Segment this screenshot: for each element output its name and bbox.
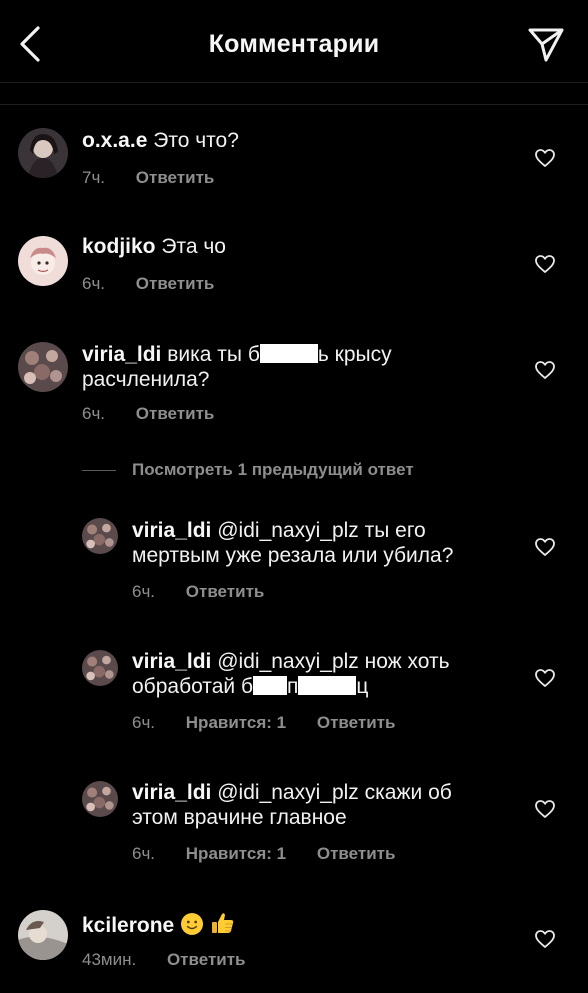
reply-time: 6ч. bbox=[132, 713, 156, 732]
redaction-box bbox=[298, 676, 357, 695]
like-button[interactable] bbox=[534, 148, 556, 168]
reply-text: обработай б bbox=[132, 675, 253, 698]
comment-time: 6ч. bbox=[82, 404, 106, 423]
reply-button[interactable]: Ответить bbox=[186, 582, 265, 602]
comment-username[interactable]: o.x.a.e bbox=[82, 129, 147, 152]
reply-button[interactable]: Ответить bbox=[167, 950, 246, 970]
page-title: Комментарии bbox=[208, 30, 380, 58]
comment-username[interactable]: kodjiko bbox=[82, 235, 156, 258]
comment-text: ь крысу bbox=[317, 343, 392, 366]
comment-time: 7ч. bbox=[82, 168, 106, 187]
reply-button[interactable]: Ответить bbox=[136, 404, 215, 424]
heart-icon bbox=[535, 930, 555, 948]
comment-text: Эта чо bbox=[161, 235, 226, 258]
comment-time: 6ч. bbox=[82, 274, 106, 293]
reply-text: @idi_naxyi_plz скажи об bbox=[217, 781, 452, 804]
avatar[interactable] bbox=[18, 910, 68, 960]
like-button[interactable] bbox=[534, 537, 556, 557]
reply-text: @idi_naxyi_plz ты его bbox=[217, 519, 426, 542]
comment-text: Это что? bbox=[153, 129, 239, 152]
view-previous-replies-label: Посмотреть 1 предыдущий ответ bbox=[132, 460, 414, 479]
avatar[interactable] bbox=[18, 128, 68, 178]
avatar[interactable] bbox=[18, 236, 68, 286]
caption-divider bbox=[0, 104, 588, 105]
view-previous-replies-button[interactable]: Посмотреть 1 предыдущий ответ bbox=[82, 460, 414, 480]
reply-time: 6ч. bbox=[132, 582, 156, 601]
heart-icon bbox=[535, 800, 555, 818]
heart-icon bbox=[535, 538, 555, 556]
comment-text: вика ты б bbox=[167, 343, 260, 366]
heart-icon bbox=[535, 255, 555, 273]
reply-text: @idi_naxyi_plz нож хоть bbox=[217, 650, 450, 673]
heart-icon bbox=[535, 669, 555, 687]
slightly-smiling-face-emoji-icon bbox=[180, 912, 204, 942]
avatar[interactable] bbox=[82, 650, 118, 686]
share-button[interactable] bbox=[526, 24, 566, 64]
reply-text: п bbox=[286, 675, 299, 698]
reply-username[interactable]: viria_ldi bbox=[132, 650, 211, 673]
reply-username[interactable]: viria_ldi bbox=[132, 519, 211, 542]
reply-username[interactable]: viria_ldi bbox=[132, 781, 211, 804]
likes-count[interactable]: Нравится: 1 bbox=[186, 713, 286, 733]
reply-button[interactable]: Ответить bbox=[317, 713, 396, 733]
paper-plane-icon bbox=[528, 28, 564, 62]
like-button[interactable] bbox=[534, 929, 556, 949]
avatar[interactable] bbox=[82, 781, 118, 817]
reply-text: мертвым уже резала или убила? bbox=[132, 544, 454, 567]
replies-divider-line bbox=[82, 470, 116, 472]
redaction-box bbox=[252, 676, 287, 695]
header-divider bbox=[0, 82, 588, 83]
reply-button[interactable]: Ответить bbox=[136, 274, 215, 294]
comment-text: расчленила? bbox=[82, 368, 210, 391]
heart-icon bbox=[535, 361, 555, 379]
avatar[interactable] bbox=[82, 518, 118, 554]
like-button[interactable] bbox=[534, 254, 556, 274]
avatar[interactable] bbox=[18, 342, 68, 392]
redaction-box bbox=[259, 344, 318, 363]
thumbs-up-emoji-icon bbox=[210, 910, 236, 942]
like-button[interactable] bbox=[534, 360, 556, 380]
like-button[interactable] bbox=[534, 668, 556, 688]
likes-count[interactable]: Нравится: 1 bbox=[186, 844, 286, 864]
reply-time: 6ч. bbox=[132, 844, 156, 863]
comment-time: 43мин. bbox=[82, 950, 137, 969]
like-button[interactable] bbox=[534, 799, 556, 819]
reply-button[interactable]: Ответить bbox=[317, 844, 396, 864]
header-bar: Комментарии bbox=[0, 0, 588, 82]
comment-username[interactable]: kcilerone bbox=[82, 914, 174, 937]
reply-text: этом врачине главное bbox=[132, 806, 347, 829]
heart-icon bbox=[535, 149, 555, 167]
reply-button[interactable]: Ответить bbox=[136, 168, 215, 188]
reply-text: ц bbox=[356, 675, 369, 698]
comment-username[interactable]: viria_ldi bbox=[82, 343, 161, 366]
